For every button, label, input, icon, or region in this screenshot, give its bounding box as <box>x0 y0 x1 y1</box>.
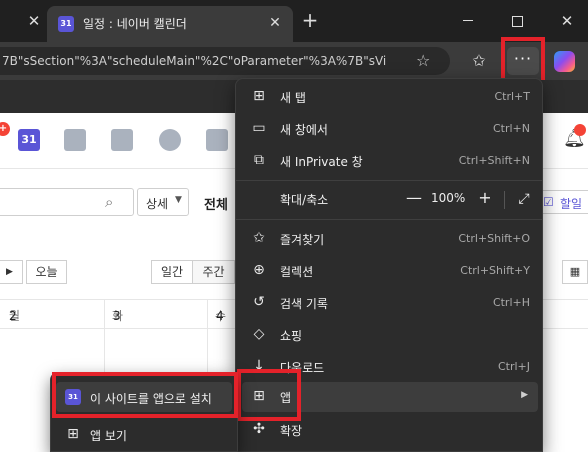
active-tab[interactable]: 31 일정 : 네이버 캘린더 ✕ <box>47 6 293 42</box>
shortcut-label: Ctrl+J <box>497 360 530 373</box>
view-day-button[interactable]: 일간 <box>151 260 193 284</box>
maximize-button[interactable] <box>507 11 527 31</box>
photo-service-icon[interactable] <box>64 129 86 151</box>
close-tab-icon[interactable]: ✕ <box>26 13 42 29</box>
checkbox-icon: ☑ <box>543 195 554 209</box>
date-cell[interactable]: 4 <box>216 309 224 323</box>
calendar-favicon-icon: 31 <box>58 16 74 32</box>
inprivate-icon: ⧉ <box>254 152 264 168</box>
menu-item-zoom: 확대/축소 — 100% + ⤢ <box>242 184 538 214</box>
calendar-picker-icon[interactable]: ▦ <box>562 260 588 284</box>
menu-item-label: 새 탭 <box>280 91 306 105</box>
calendar-service-icon[interactable]: 31 <box>18 129 40 151</box>
menu-item-label: 확장 <box>280 424 303 438</box>
contact-service-icon[interactable] <box>111 129 133 151</box>
shortcut-label: Ctrl+H <box>492 296 530 309</box>
date-cell[interactable]: 2 <box>9 309 17 323</box>
today-button[interactable]: 오늘 <box>26 260 67 284</box>
puzzle-icon: ✣ <box>253 421 265 437</box>
notification-badge: + <box>0 122 10 136</box>
todo-button[interactable]: ☑ 할일 <box>538 190 588 214</box>
window-icon: ▭ <box>252 120 266 136</box>
apps-grid-icon: ⊞ <box>67 426 79 442</box>
menu-item-label: 검색 기록 <box>280 297 328 311</box>
menu-item-label: 쇼핑 <box>280 329 303 343</box>
detail-label: 상세 <box>146 197 169 211</box>
address-bar[interactable]: 7B"sSection"%3A"scheduleMain"%2C"oParame… <box>0 47 450 75</box>
zoom-level: 100% <box>431 191 466 205</box>
tag-icon: ◇ <box>253 326 265 342</box>
copilot-icon[interactable] <box>554 51 575 72</box>
menu-item-favorites[interactable]: ✩ 즐겨찾기 Ctrl+Shift+O <box>242 224 538 254</box>
search-input[interactable]: ⌕ <box>0 188 134 216</box>
shortcut-label: Ctrl+Shift+O <box>458 232 530 245</box>
filter-all-label[interactable]: 전체 <box>204 194 228 213</box>
shortcut-label: Ctrl+Shift+N <box>458 154 530 167</box>
chevron-down-icon: ▼ <box>175 195 182 205</box>
shortcut-label: Ctrl+N <box>492 122 530 135</box>
new-tab-button[interactable]: + <box>300 10 320 31</box>
next-week-button[interactable]: ▶ <box>0 260 23 284</box>
shortcut-label: Ctrl+Shift+Y <box>460 264 530 277</box>
url-text: 7B"sSection"%3A"scheduleMain"%2C"oParame… <box>2 54 387 68</box>
highlight-box <box>237 369 301 421</box>
menu-item-label: 앱 보기 <box>90 429 127 443</box>
zoom-out-button[interactable]: — <box>404 188 424 208</box>
menu-item-label: 새 InPrivate 창 <box>280 155 363 169</box>
shortcut-label: Ctrl+T <box>494 90 530 103</box>
detail-dropdown[interactable]: 상세 ▼ <box>137 188 189 216</box>
menu-item-new-tab[interactable]: ⊞ 새 탭 Ctrl+T <box>242 82 538 112</box>
highlight-box <box>52 372 238 418</box>
minimize-button[interactable] <box>458 11 478 31</box>
menu-item-history[interactable]: ↺ 검색 기록 Ctrl+H <box>242 288 538 318</box>
date-cell[interactable]: 3 <box>113 309 121 323</box>
collections-icon: ⊕ <box>253 262 265 278</box>
tab-strip: ✕ 31 일정 : 네이버 캘린더 ✕ + ✕ <box>0 0 588 42</box>
tab-title: 일정 : 네이버 캘린더 <box>83 17 187 31</box>
menu-item-new-window[interactable]: ▭ 새 창에서 Ctrl+N <box>242 114 538 144</box>
divider <box>236 180 542 181</box>
menu-item-label: 컬렉션 <box>280 265 314 279</box>
star-icon[interactable]: ☆ <box>416 51 430 70</box>
close-window-button[interactable]: ✕ <box>557 11 577 31</box>
menu-item-view-apps[interactable]: ⊞ 앱 보기 <box>56 419 232 449</box>
divider <box>236 219 542 220</box>
search-icon[interactable]: ⌕ <box>105 193 113 211</box>
toolbar: 7B"sSection"%3A"scheduleMain"%2C"oParame… <box>0 42 588 80</box>
chevron-right-icon: ▶ <box>521 390 528 400</box>
menu-item-label: 새 창에서 <box>280 123 328 137</box>
history-icon: ↺ <box>253 294 265 310</box>
todo-label: 할일 <box>560 197 583 211</box>
favorites-icon: ✩ <box>253 230 265 246</box>
menu-item-inprivate[interactable]: ⧉ 새 InPrivate 창 Ctrl+Shift+N <box>242 146 538 176</box>
zoom-in-button[interactable]: + <box>475 188 495 208</box>
menu-item-label: 즐겨찾기 <box>280 233 325 247</box>
todo-service-icon[interactable] <box>206 129 228 151</box>
menu-item-collections[interactable]: ⊕ 컬렉션 Ctrl+Shift+Y <box>242 256 538 286</box>
divider <box>504 191 505 209</box>
notification-dot <box>574 124 586 136</box>
favorites-icon[interactable]: ✩ <box>468 51 490 73</box>
close-tab-icon[interactable]: ✕ <box>266 14 284 32</box>
menu-item-shopping[interactable]: ◇ 쇼핑 <box>242 320 538 350</box>
fullscreen-icon[interactable]: ⤢ <box>514 189 534 209</box>
view-week-button[interactable]: 주간 <box>193 260 235 284</box>
new-tab-icon: ⊞ <box>253 88 265 104</box>
menu-item-label: 확대/축소 <box>280 193 329 207</box>
box-service-icon[interactable] <box>159 129 181 151</box>
